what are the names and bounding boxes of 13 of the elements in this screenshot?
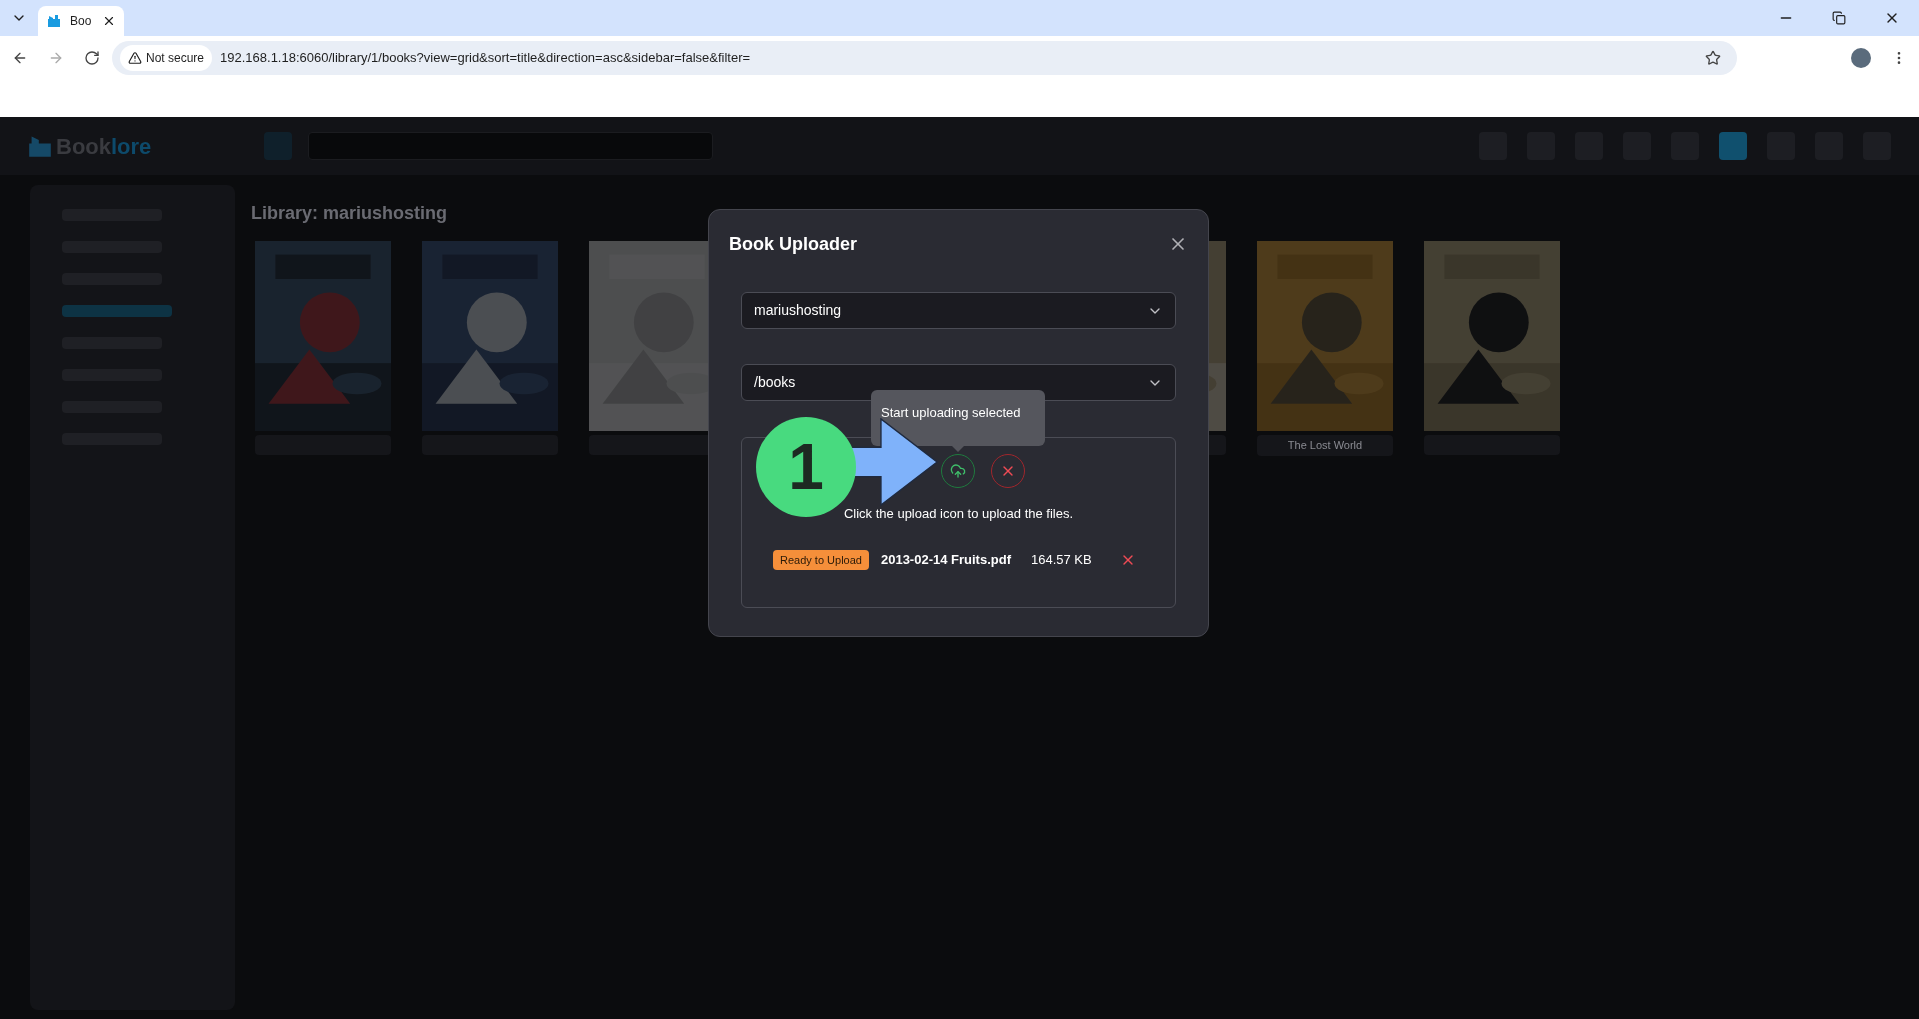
tab-title: Boo (70, 13, 92, 29)
url-text: 192.168.1.18:6060/library/1/books?view=grid&sort=title&direction=asc&sidebar=false&filter= (220, 49, 751, 68)
tooltip: Start uploading selected (871, 390, 1045, 446)
security-chip[interactable]: Not secure (120, 45, 213, 71)
file-name: 2013-02-14 Fruits.pdf (880, 551, 1011, 569)
browser-tab[interactable]: Boo (38, 6, 124, 36)
library-select[interactable]: mariushosting (741, 292, 1176, 329)
dialog-title: Book Uploader (729, 232, 857, 256)
book-caption: The Lost World (1257, 435, 1393, 456)
file-size: 164.57 KB (1031, 551, 1092, 569)
status-badge: Ready to Upload (773, 549, 869, 570)
library-heading: Library: mariushosting (251, 201, 448, 225)
address-bar[interactable]: Not secure 192.168.1.18:6060/library/1/books?view=grid&sort=title&direction=asc&sidebar=false&filter= (112, 41, 1737, 75)
